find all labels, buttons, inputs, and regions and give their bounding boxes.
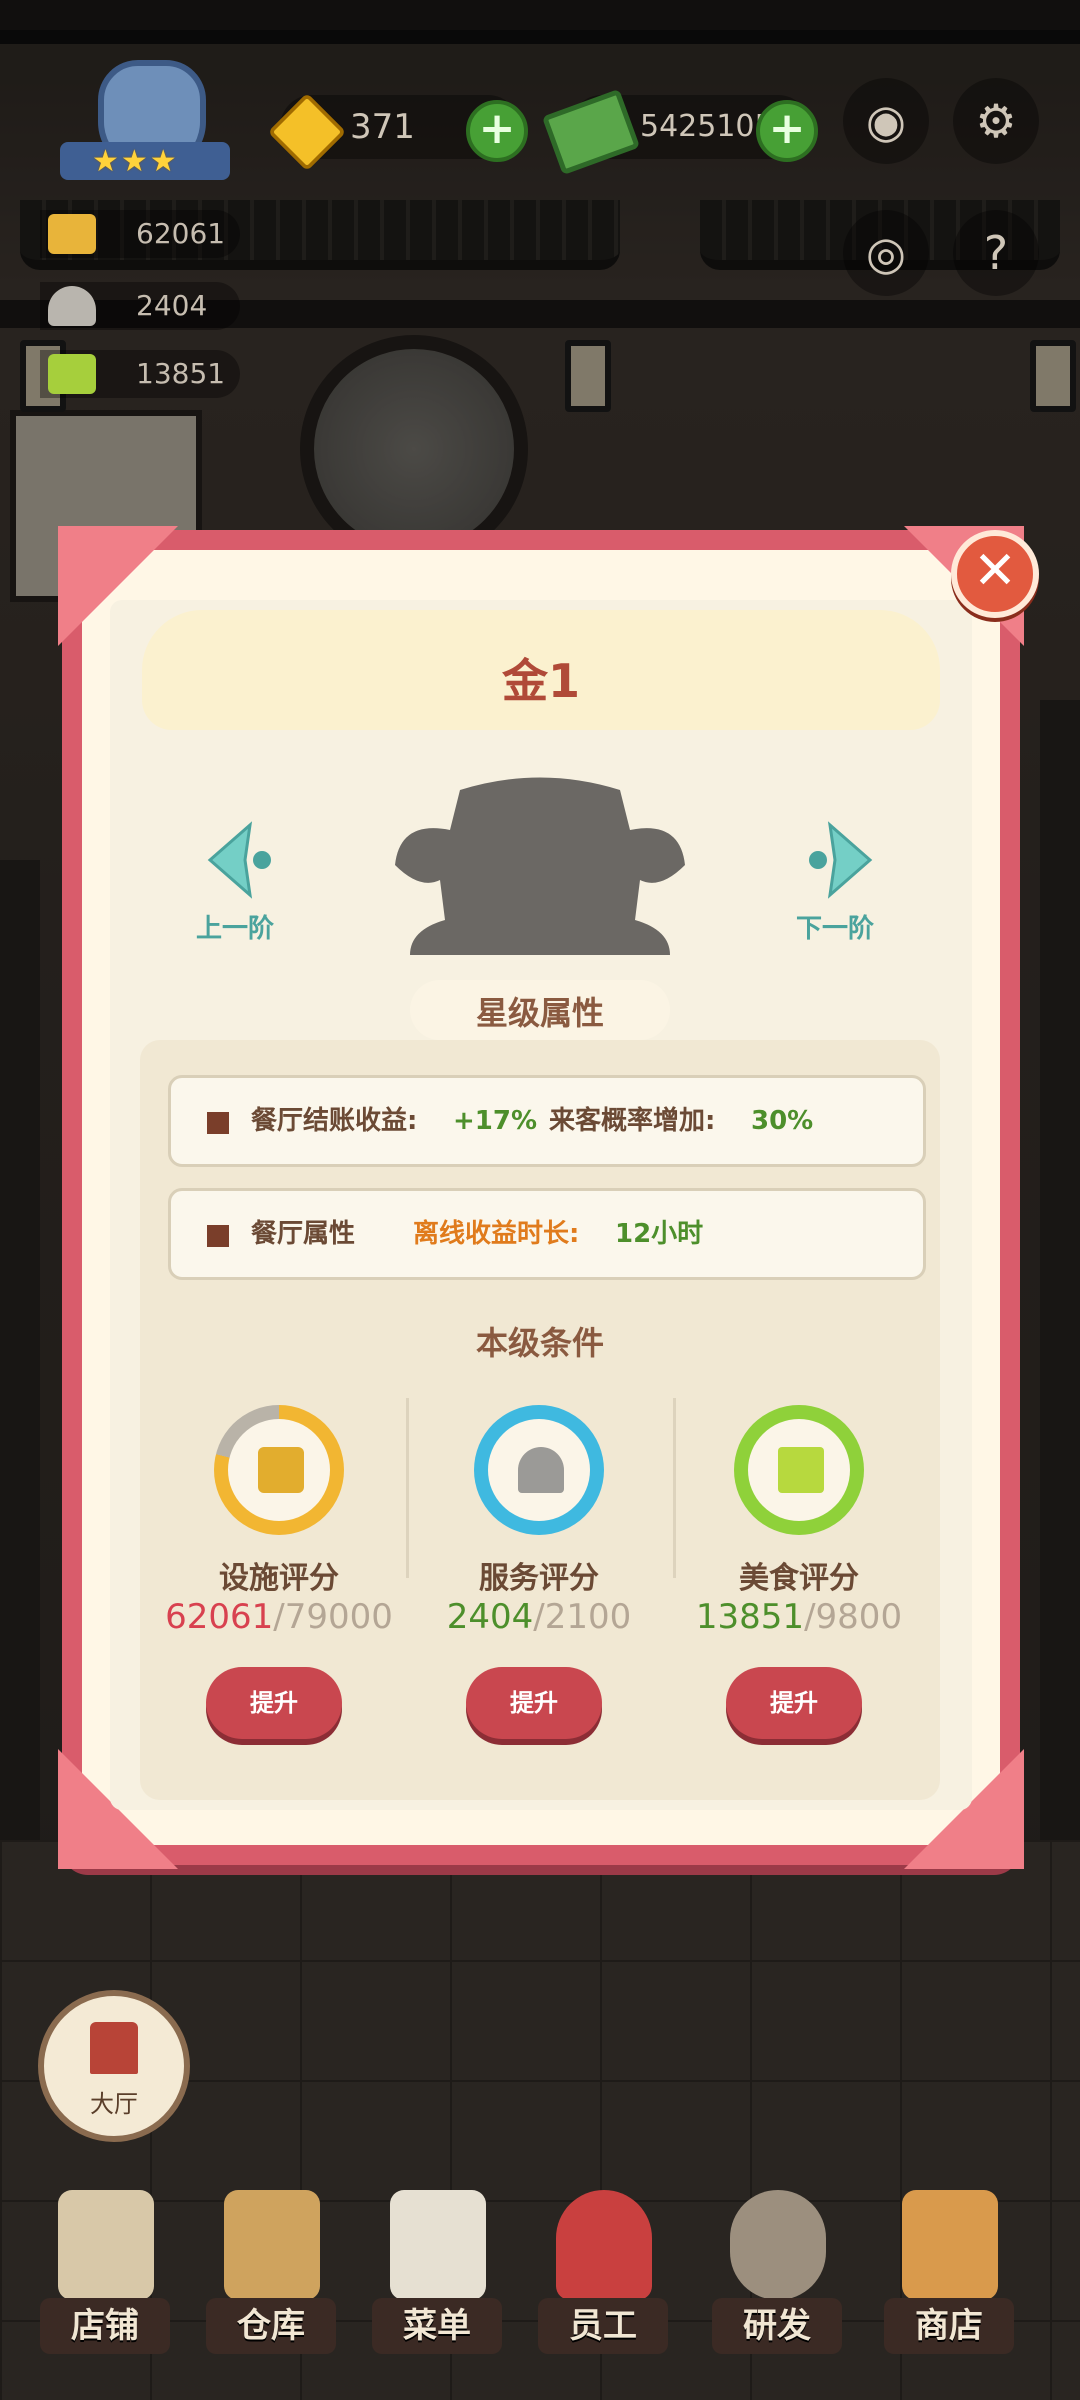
serving-cloche-icon	[518, 1447, 564, 1493]
nav-store[interactable]: 商店	[884, 2190, 1014, 2390]
recipe-book-icon	[48, 354, 96, 394]
facility-icon	[48, 214, 96, 254]
cash-counter: 5425105 +	[541, 88, 818, 176]
conditions-title: 本级条件	[475, 1324, 604, 1362]
upgrade-service-button[interactable]: 提升	[466, 1667, 602, 1739]
food-stat: 13851	[40, 350, 240, 398]
prev-tier-label[interactable]: 上一阶	[196, 908, 274, 945]
nav-warehouse[interactable]: 仓库	[206, 2190, 336, 2390]
progress-ring	[214, 1405, 344, 1535]
gear-icon: ⚙	[975, 94, 1017, 148]
camera-icon: ◉	[865, 94, 907, 148]
nav-menu[interactable]: 菜单	[372, 2190, 502, 2390]
service-icon	[48, 286, 96, 326]
recipe-book-icon	[778, 1447, 824, 1493]
gem-value: 371	[350, 107, 415, 147]
star-attributes-title: 星级属性	[475, 994, 604, 1032]
clipboard-icon	[390, 2190, 486, 2300]
close-button[interactable]: ✕	[951, 530, 1039, 618]
nav-shop-front[interactable]: 店铺	[40, 2190, 170, 2390]
guide-book-button[interactable]: ?	[953, 210, 1039, 296]
cash-value: 5425105	[640, 109, 774, 144]
facility-stat: 62061	[40, 210, 240, 258]
attribute-row-offline: 餐厅属性 离线收益时长: 12小时	[168, 1188, 926, 1280]
settings-button[interactable]: ⚙	[953, 78, 1039, 164]
nav-research[interactable]: 研发	[712, 2190, 842, 2390]
star-rating-icon: ★★★	[92, 144, 179, 179]
restaurant-level-badge[interactable]: ★★★	[60, 50, 230, 190]
upgrade-facility-button[interactable]: 提升	[206, 1667, 342, 1739]
nav-staff[interactable]: 员工	[538, 2190, 668, 2390]
close-icon: ✕	[973, 541, 1017, 601]
camera-button[interactable]: ◉	[843, 78, 929, 164]
next-tier-arrow[interactable]	[800, 820, 880, 900]
gem-counter: 371 +	[267, 92, 528, 172]
boxes-icon	[224, 2190, 320, 2300]
upgrade-food-button[interactable]: 提升	[726, 1667, 862, 1739]
eye-icon: ◎	[865, 226, 907, 280]
add-gems-button[interactable]: +	[466, 100, 528, 162]
book-question-icon: ?	[983, 226, 1009, 280]
hall-icon	[90, 2022, 138, 2074]
store-icon	[902, 2190, 998, 2300]
staff-avatar-icon	[556, 2190, 652, 2300]
service-stat: 2404	[40, 282, 240, 330]
progress-ring	[474, 1405, 604, 1535]
cooking-pot-icon	[730, 2190, 826, 2300]
next-tier-label[interactable]: 下一阶	[796, 908, 874, 945]
facility-icon	[258, 1447, 304, 1493]
storefront-icon	[58, 2190, 154, 2300]
dialog-title: 金1	[501, 654, 580, 708]
locked-trophy-silhouette	[395, 777, 685, 955]
attribute-row-income: 餐厅结账收益: +17% 来客概率增加: 30%	[168, 1075, 926, 1167]
hall-button[interactable]: 大厅	[38, 1990, 190, 2142]
prev-tier-arrow[interactable]	[200, 820, 280, 900]
visibility-button[interactable]: ◎	[843, 210, 929, 296]
add-cash-button[interactable]: +	[756, 100, 818, 162]
progress-ring	[734, 1405, 864, 1535]
